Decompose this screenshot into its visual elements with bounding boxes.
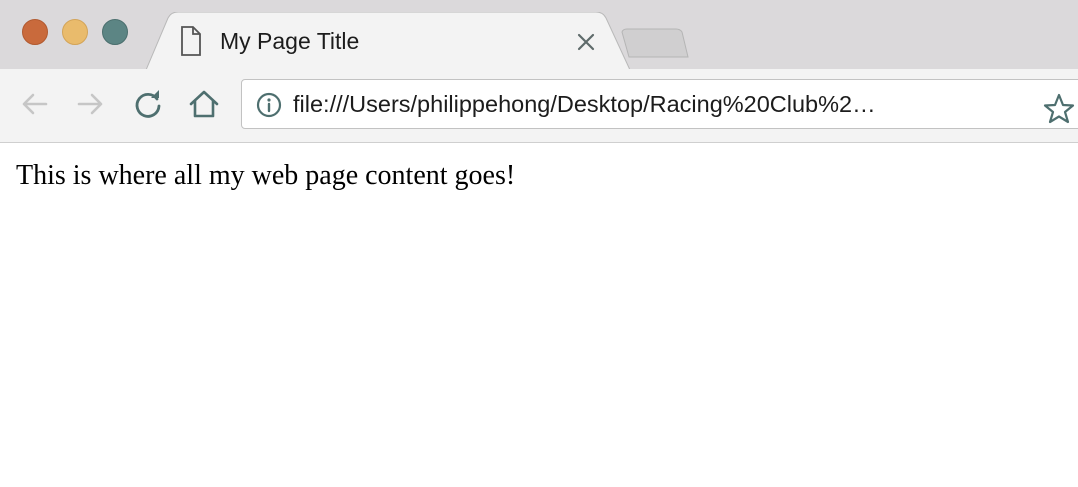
new-tab-icon[interactable] [620, 26, 690, 60]
window-maximize-button[interactable] [102, 19, 128, 45]
active-tab[interactable]: My Page Title [146, 12, 630, 70]
reload-icon[interactable] [131, 87, 165, 121]
tab-shape [146, 12, 630, 70]
back-arrow-icon[interactable] [18, 87, 52, 121]
window-minimize-button[interactable] [62, 19, 88, 45]
address-bar[interactable]: file:///Users/philippehong/Desktop/Racin… [241, 79, 1078, 129]
document-icon [181, 26, 201, 56]
tab-title: My Page Title [220, 28, 360, 54]
close-icon[interactable] [574, 30, 598, 54]
url-text[interactable]: file:///Users/philippehong/Desktop/Racin… [293, 88, 876, 120]
window-close-button[interactable] [22, 19, 48, 45]
page-body-text: This is where all my web page content go… [16, 160, 516, 191]
home-icon[interactable] [187, 87, 221, 121]
forward-arrow-icon[interactable] [73, 87, 107, 121]
tab-strip: My Page Title [0, 0, 1078, 70]
star-icon[interactable] [1042, 92, 1076, 126]
info-icon[interactable] [256, 92, 282, 118]
browser-toolbar: file:///Users/philippehong/Desktop/Racin… [0, 69, 1078, 143]
